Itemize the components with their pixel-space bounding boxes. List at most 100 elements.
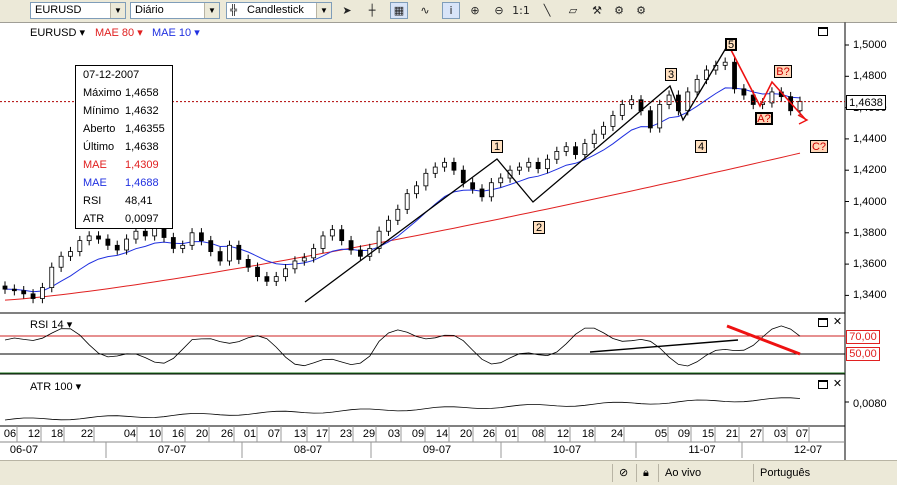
tools-icon[interactable]: ⚙ [632, 2, 650, 19]
main-close-icon[interactable] [832, 27, 843, 38]
candle-body [273, 276, 279, 282]
candle-body [460, 169, 466, 184]
wave-label-a[interactable]: A? [755, 112, 773, 125]
candle-body [264, 276, 270, 282]
x-axis-day-label: 26 [220, 428, 234, 440]
rsi-panel-title[interactable]: RSI 14 ▾ [30, 318, 72, 331]
x-axis-day-label: 20 [459, 428, 473, 440]
zoom-in-icon[interactable]: ⊕ [466, 2, 484, 19]
lock-icon: 🔒︎ [636, 464, 659, 482]
info-key: MAE [83, 177, 107, 189]
rsi-line [4, 325, 801, 367]
symbol-select[interactable]: EURUSD ▼ [30, 2, 126, 19]
info-row: RSI 48,41 [76, 192, 174, 210]
zoom-out-icon[interactable]: ⊖ [490, 2, 508, 19]
candle-body [582, 143, 588, 155]
info-value: 1,4658 [125, 87, 159, 99]
atr-close-icon[interactable]: ✕ [832, 378, 843, 390]
info-key: Último [83, 141, 115, 153]
info-row: ATR 0,0097 [76, 210, 174, 228]
candle-body [432, 166, 438, 174]
legend-mae80[interactable]: MAE 80 ▾ [95, 26, 143, 39]
rsi-close-icon[interactable]: ✕ [832, 316, 843, 328]
x-axis-day-label: 01 [243, 428, 257, 440]
legend-mae10[interactable]: MAE 10 ▾ [152, 26, 200, 39]
x-axis-day-label: 03 [773, 428, 787, 440]
info-value: 1,4309 [125, 159, 159, 171]
chevron-down-icon[interactable]: ▼ [204, 3, 219, 18]
price-axis-label: 1,3600 [853, 258, 887, 271]
candle-body [573, 146, 578, 155]
chevron-down-icon[interactable]: ▼ [316, 3, 331, 18]
candle-body [498, 177, 504, 184]
x-axis-day-label: 23 [339, 428, 353, 440]
zoom-reset-button[interactable]: 1:1 [512, 2, 530, 19]
x-axis-day-label: 06 [3, 428, 17, 440]
x-axis-month-label: 07-07 [157, 444, 187, 456]
candle-body [601, 125, 606, 135]
x-axis-month-label: 09-07 [422, 444, 452, 456]
atr-line [4, 397, 801, 421]
info-value: 1,4688 [125, 177, 159, 189]
candle-body [535, 161, 541, 170]
price-axis-label: 1,4000 [853, 195, 887, 208]
legend-symbol[interactable]: EURUSD ▾ [30, 26, 85, 39]
grid-icon[interactable]: ▦ [390, 2, 408, 19]
cursor-icon[interactable]: ➤ [338, 2, 356, 19]
candle-body [40, 287, 45, 299]
wave-label-3[interactable]: 3 [665, 68, 677, 81]
info-box: 07-12-2007 Máximo 1,4658 Mínimo 1,4632 Abert… [75, 65, 173, 229]
x-axis-day-label: 07 [267, 428, 281, 440]
info-row: Último 1,4638 [76, 138, 174, 156]
candle-body [133, 230, 139, 240]
candle-body [124, 238, 129, 251]
status-bar: ⊘ 🔒︎ Ao vivo Português [0, 460, 897, 485]
wave-label-b[interactable]: B? [774, 65, 792, 78]
atr-panel-title[interactable]: ATR 100 ▾ [30, 380, 81, 393]
candle-body [49, 266, 55, 288]
atr-axis-label: 0,0080 [853, 398, 887, 410]
trendline-icon[interactable]: ╲ [538, 2, 556, 19]
info-key: RSI [83, 195, 102, 207]
period-select[interactable]: Diário ▼ [130, 2, 220, 19]
info-icon[interactable]: i [442, 2, 460, 19]
candle-body [657, 104, 663, 129]
price-axis-label: 1,3800 [853, 226, 887, 239]
x-axis-day-label: 15 [701, 428, 715, 440]
rsi-maximize-icon[interactable] [818, 318, 828, 327]
price-axis-label: 1,4200 [853, 164, 887, 177]
eraser-icon[interactable]: ▱ [564, 2, 582, 19]
info-value: 48,41 [125, 195, 153, 207]
candle-body [21, 290, 27, 295]
candle-body [227, 244, 232, 262]
chevron-down-icon[interactable]: ▼ [110, 3, 125, 18]
candle-body [283, 268, 288, 278]
indicators-icon[interactable]: ∿ [416, 2, 434, 19]
crosshair-icon[interactable]: ┼ [363, 2, 381, 19]
candle-body [311, 248, 317, 259]
info-row: Máximo 1,4658 [76, 84, 174, 102]
candle-body [245, 259, 251, 268]
wave-label-5[interactable]: 5 [725, 38, 737, 51]
wave-label-2[interactable]: 2 [533, 221, 545, 234]
candle-body [526, 161, 532, 168]
wave-label-1[interactable]: 1 [491, 140, 503, 153]
candle-body [666, 94, 672, 105]
properties-icon[interactable]: ⚙ [610, 2, 628, 19]
info-key: ATR [83, 213, 105, 225]
candle-body [591, 133, 597, 144]
x-axis-day-label: 18 [581, 428, 595, 440]
info-row: MAE 1,4309 [76, 156, 174, 174]
candle-body [488, 182, 494, 198]
candle-body [732, 61, 737, 90]
candle-body [152, 227, 158, 237]
wave-label-4[interactable]: 4 [695, 140, 707, 153]
language-status[interactable]: Português [753, 464, 820, 482]
atr-maximize-icon[interactable] [818, 380, 828, 389]
paint-icon[interactable]: ⚒ [588, 2, 606, 19]
candle-body [414, 185, 419, 195]
x-axis-month-label: 06-07 [9, 444, 39, 456]
wave-label-c[interactable]: C? [810, 140, 828, 153]
maximize-icon[interactable] [818, 27, 828, 36]
chart-type-select[interactable]: ╬ Candlestick ▼ [226, 2, 332, 19]
